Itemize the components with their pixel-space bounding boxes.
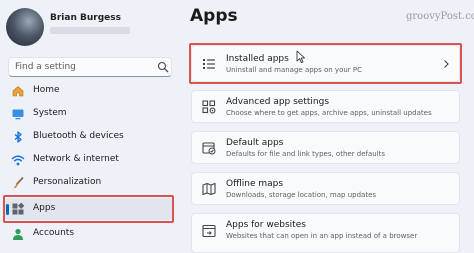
avatar[interactable]: [6, 8, 44, 46]
sidebar-item-accounts[interactable]: Accounts: [5, 223, 173, 245]
sidebar-item-bluetooth-devices[interactable]: Bluetooth & devices: [5, 126, 173, 148]
card-title: Installed apps: [226, 54, 289, 64]
card-default-apps[interactable]: Default apps Defaults for file and link …: [191, 131, 460, 164]
sidebar-item-home[interactable]: Home: [5, 80, 173, 102]
card-subtitle: Downloads, storage location, map updates: [226, 191, 377, 199]
sidebar: Brian Burgess Home System Bluetooth & de…: [0, 0, 186, 245]
system-icon: [12, 109, 24, 120]
user-name: Brian Burgess: [50, 13, 121, 23]
card-title: Offline maps: [226, 179, 284, 189]
card-subtitle: Websites that can open in an app instead…: [226, 232, 418, 240]
sidebar-item-label: Apps: [33, 203, 56, 213]
card-subtitle: Choose where to get apps, archive apps, …: [226, 109, 432, 117]
card-installed-apps[interactable]: Installed apps Uninstall and manage apps…: [191, 45, 460, 82]
installed-apps-icon: [203, 59, 215, 69]
sidebar-item-label: Network & internet: [33, 154, 119, 164]
page-title: Apps: [190, 6, 238, 26]
mouse-pointer-icon: [296, 50, 305, 63]
sidebar-item-label: Personalization: [33, 177, 102, 187]
sidebar-item-label: Bluetooth & devices: [33, 131, 124, 141]
sidebar-item-system[interactable]: System: [5, 103, 173, 125]
wifi-icon: [11, 155, 25, 166]
card-subtitle: Defaults for file and link types, other …: [226, 150, 386, 158]
sidebar-item-apps[interactable]: Apps: [5, 198, 173, 220]
search-icon[interactable]: [157, 61, 169, 73]
brush-icon: [13, 177, 24, 189]
card-title: Default apps: [226, 138, 284, 148]
sidebar-item-network-internet[interactable]: Network & internet: [5, 149, 173, 171]
sidebar-item-personalization[interactable]: Personalization: [5, 172, 173, 194]
bluetooth-icon: [14, 131, 22, 143]
search-box[interactable]: [8, 57, 172, 77]
sidebar-item-label: System: [33, 108, 67, 118]
default-apps-icon: [202, 142, 216, 155]
chevron-right-icon: [444, 60, 449, 68]
card-subtitle: Uninstall and manage apps on your PC: [226, 66, 363, 74]
search-input[interactable]: [9, 58, 153, 76]
home-icon: [12, 86, 24, 97]
card-title: Apps for websites: [226, 220, 306, 230]
card-advanced-app-settings[interactable]: Advanced app settings Choose where to ge…: [191, 90, 460, 123]
user-email-redacted: [50, 27, 130, 34]
account-icon: [13, 228, 23, 240]
website-apps-icon: [202, 224, 216, 238]
card-apps-for-websites[interactable]: Apps for websites Websites that can open…: [191, 213, 460, 253]
apps-icon: [12, 202, 25, 215]
map-icon: [202, 182, 216, 196]
watermark: groovyPost.com: [406, 11, 474, 22]
sidebar-item-label: Home: [33, 85, 60, 95]
card-title: Advanced app settings: [226, 97, 330, 107]
sidebar-item-label: Accounts: [33, 228, 75, 238]
card-offline-maps[interactable]: Offline maps Downloads, storage location…: [191, 172, 460, 205]
advanced-settings-icon: [202, 100, 216, 114]
selection-indicator: [6, 204, 9, 215]
